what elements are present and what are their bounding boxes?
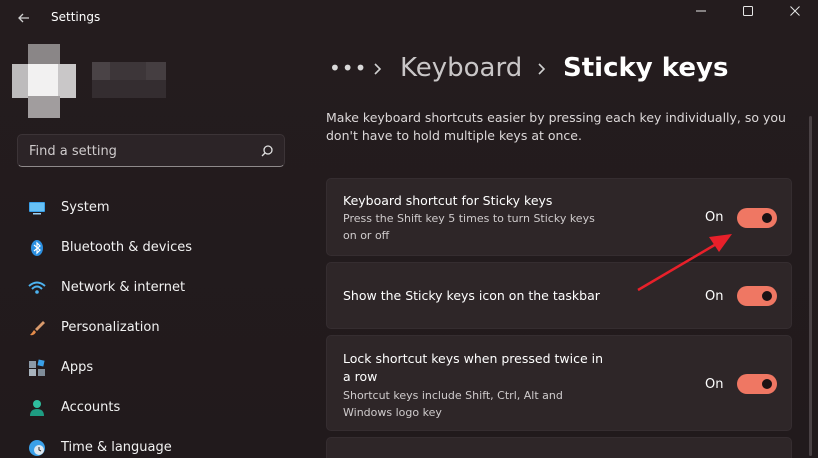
lock-shortcut-keys-toggle[interactable] (737, 374, 777, 394)
monitor-icon (29, 202, 45, 215)
sidebar-item-label: Time & language (61, 440, 172, 455)
page-title: Sticky keys (563, 53, 729, 83)
maximize-button[interactable] (725, 0, 771, 22)
toggle-state-label: On (705, 289, 724, 304)
chevron-right-icon (538, 63, 546, 75)
setting-description: Shortcut keys include Shift, Ctrl, Alt a… (343, 389, 563, 419)
search-icon[interactable] (259, 143, 275, 159)
sidebar-item-time-language[interactable]: Time & language (18, 430, 288, 458)
sidebar-item-label: System (61, 200, 110, 215)
close-icon (790, 6, 800, 16)
sidebar-item-bluetooth[interactable]: Bluetooth & devices (18, 230, 288, 266)
back-button[interactable] (12, 6, 36, 30)
brush-icon (30, 321, 45, 336)
sticky-keys-shortcut-toggle[interactable] (737, 208, 777, 228)
sidebar-item-accounts[interactable]: Accounts (18, 390, 288, 426)
minimize-button[interactable] (678, 0, 724, 22)
search-box[interactable]: Find a setting (17, 134, 285, 167)
sidebar-item-apps[interactable]: Apps (18, 350, 288, 386)
setting-card-lock-keys: Lock shortcut keys when pressed twice in… (326, 335, 792, 431)
sidebar-item-label: Accounts (61, 400, 121, 415)
wifi-icon (28, 281, 46, 294)
search-input[interactable]: Find a setting (29, 144, 117, 159)
page-description: Make keyboard shortcuts easier by pressi… (326, 110, 786, 143)
person-icon (30, 400, 44, 416)
breadcrumb-parent[interactable]: Keyboard (400, 53, 522, 83)
sidebar-item-label: Network & internet (61, 280, 186, 295)
taskbar-icon-toggle[interactable] (737, 286, 777, 306)
setting-title: Lock shortcut keys when pressed twice in… (343, 351, 604, 384)
globe-clock-icon (29, 440, 45, 456)
bluetooth-icon (31, 240, 43, 256)
apps-icon (29, 359, 45, 376)
toggle-knob (762, 213, 772, 223)
setting-description: Press the Shift key 5 times to turn Stic… (343, 212, 595, 242)
chevron-right-icon (374, 63, 382, 75)
setting-title: Show the Sticky keys icon on the taskbar (343, 288, 600, 303)
setting-card-taskbar-icon: Show the Sticky keys icon on the taskbar… (326, 262, 792, 329)
breadcrumb-overflow-button[interactable]: ••• (329, 56, 367, 80)
scrollbar[interactable] (809, 116, 812, 456)
close-button[interactable] (772, 0, 818, 22)
setting-title: Keyboard shortcut for Sticky keys (343, 193, 553, 208)
setting-card-shortcut: Keyboard shortcut for Sticky keys Press … (326, 178, 792, 256)
sidebar-item-network[interactable]: Network & internet (18, 270, 288, 306)
sidebar-item-personalization[interactable]: Personalization (18, 310, 288, 346)
toggle-state-label: On (705, 210, 724, 225)
toggle-state-label: On (705, 377, 724, 392)
setting-card-partial (326, 437, 792, 458)
maximize-icon (743, 6, 753, 16)
sidebar-item-system[interactable]: System (18, 190, 288, 226)
title-bar: Settings (0, 0, 818, 36)
toggle-knob (762, 291, 772, 301)
toggle-knob (762, 379, 772, 389)
avatar[interactable] (12, 44, 76, 118)
sidebar-item-label: Personalization (61, 320, 160, 335)
app-title: Settings (51, 10, 101, 24)
back-arrow-icon (18, 13, 29, 23)
account-info (92, 62, 166, 98)
sidebar-item-label: Bluetooth & devices (61, 240, 192, 255)
minimize-icon (696, 10, 706, 12)
sidebar-item-label: Apps (61, 360, 94, 375)
